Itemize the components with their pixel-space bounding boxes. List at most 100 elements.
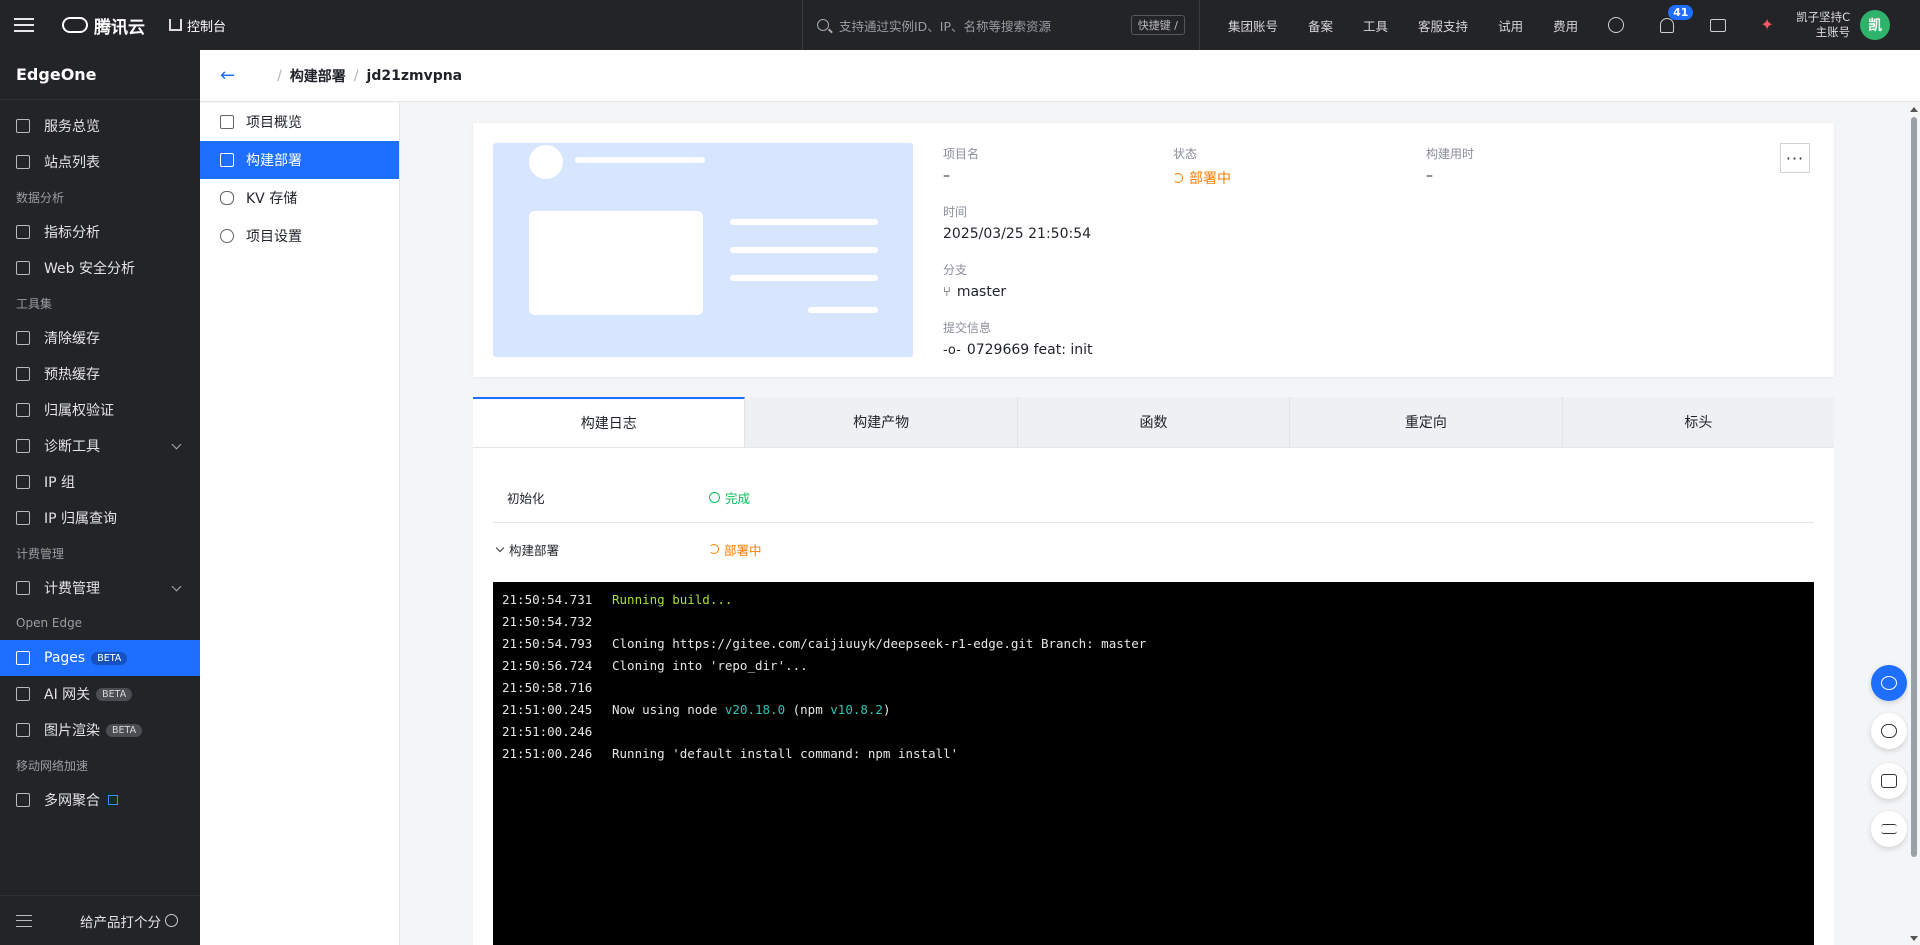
sidebar-item[interactable]: 清除缓存 <box>0 320 200 356</box>
global-search[interactable]: 支持通过实例ID、IP、名称等搜索资源 快捷键 / <box>802 0 1200 50</box>
feedback-link[interactable]: 给产品打个分 <box>80 911 161 931</box>
sidebar-item[interactable]: 诊断工具 <box>0 428 200 464</box>
node-version: v20.18.0 <box>724 702 786 717</box>
tab-build-artifacts[interactable]: 构建产物 <box>745 397 1018 447</box>
menu-button[interactable] <box>0 0 48 50</box>
user-info[interactable]: 凯子坚持C 主账号 <box>1796 10 1850 40</box>
chevron-down-icon <box>171 439 182 450</box>
beta-badge: BETA <box>106 723 143 737</box>
sidebar-item[interactable]: Web 安全分析 <box>0 250 200 286</box>
step-init[interactable]: 初始化 完成 <box>493 473 1814 523</box>
globe-icon[interactable] <box>1608 17 1625 33</box>
chevron-down-icon <box>171 581 182 592</box>
breadcrumb-separator: / <box>277 67 282 84</box>
ai-assistant-icon[interactable]: ✦ <box>1758 16 1776 34</box>
step-status: 部署中 <box>709 540 762 559</box>
step-name: 初始化 <box>507 491 545 506</box>
topnav-billing[interactable]: 费用 <box>1553 16 1578 35</box>
docs-button[interactable] <box>1871 763 1907 799</box>
sidebar-item-label: Pages <box>44 650 86 666</box>
step-name-wrap: 构建部署 <box>493 540 709 559</box>
console-link[interactable]: 控制台 <box>169 16 226 35</box>
git-branch-icon: ⑂ <box>943 284 951 300</box>
network-icon <box>16 793 30 807</box>
sidebar-item-label: 指标分析 <box>44 225 100 241</box>
subnav-settings[interactable]: 项目设置 <box>200 217 399 255</box>
field-label: 构建用时 <box>1426 147 1475 161</box>
subnav-overview[interactable]: 项目概览 <box>200 103 399 141</box>
sidebar-item[interactable]: 指标分析 <box>0 214 200 250</box>
sidebar-item[interactable]: 图片渲染 BETA <box>0 712 200 748</box>
sidebar-menu: 服务总览 站点列表 数据分析 指标分析 Web 安全分析 工具集 清除缓存 预热缓存 归属权验证… <box>0 100 200 818</box>
sidebar-item[interactable]: 计费管理 <box>0 570 200 606</box>
sidebar-item[interactable]: 预热缓存 <box>0 356 200 392</box>
topnav-trial[interactable]: 试用 <box>1498 16 1523 35</box>
cloud-assistant-button[interactable] <box>1871 713 1907 749</box>
scroll-thumb[interactable] <box>1911 117 1917 857</box>
build-log-terminal[interactable]: 21:50:54.731 Running build... 21:50:54.73… <box>493 582 1814 945</box>
scroll-up-icon[interactable] <box>1910 107 1918 112</box>
time-field: 时间 2025/03/25 21:50:54 <box>943 203 1091 242</box>
beta-badge: BETA <box>96 687 133 701</box>
help-icon[interactable] <box>165 914 178 927</box>
sidebar-group-label: Open Edge <box>16 616 83 630</box>
chevron-down-icon <box>495 543 505 552</box>
sidebar-item[interactable]: 归属权验证 <box>0 392 200 428</box>
field-value: – <box>943 168 950 184</box>
scroll-down-icon[interactable] <box>1910 936 1918 941</box>
log-line: 21:50:54.793 Cloning https://gitee.com/ca… <box>502 633 1805 655</box>
product-title: EdgeOne <box>0 50 200 100</box>
sidebar-item-label: IP 组 <box>44 475 76 491</box>
sidebar-group-label: 计费管理 <box>16 546 65 561</box>
subnav-build-deploy[interactable]: 构建部署 <box>200 141 399 179</box>
outline-button[interactable] <box>1871 811 1907 847</box>
field-label: 提交信息 <box>943 321 992 335</box>
log-line: 21:50:58.716 <box>502 677 1805 699</box>
tab-redirects[interactable]: 重定向 <box>1290 397 1563 447</box>
back-arrow-icon[interactable]: ← <box>220 65 235 86</box>
log-message: (npm <box>785 702 831 717</box>
preview-box <box>529 211 703 315</box>
npm-version: v10.8.2 <box>830 702 883 717</box>
sidebar-item-label: 预热缓存 <box>44 367 100 383</box>
topnav-group-account[interactable]: 集团账号 <box>1228 16 1278 35</box>
status-badge: 部署中 <box>1173 168 1231 188</box>
collapse-sidebar-icon[interactable] <box>16 914 32 927</box>
search-input[interactable]: 支持通过实例ID、IP、名称等搜索资源 <box>839 16 1051 35</box>
more-actions-button[interactable]: ··· <box>1780 143 1810 173</box>
tab-headers[interactable]: 标头 <box>1562 397 1835 447</box>
topnav-tools[interactable]: 工具 <box>1363 16 1388 35</box>
headset-icon <box>1881 676 1897 690</box>
topnav-icp[interactable]: 备案 <box>1308 16 1333 35</box>
prefetch-icon <box>16 367 30 381</box>
tab-build-log[interactable]: 构建日志 <box>473 397 746 447</box>
breadcrumb-section[interactable]: 构建部署 <box>290 66 346 86</box>
step-build-deploy[interactable]: 构建部署 部署中 <box>493 524 1814 574</box>
customer-service-button[interactable] <box>1871 665 1907 701</box>
ticket-icon[interactable] <box>1710 18 1727 32</box>
deployment-info-card: 项目名 – 状态 部署中 构建用时 – 时间 2025/03/25 21:50:… <box>473 123 1834 377</box>
hamburger-icon <box>14 18 34 32</box>
page-scrollbar[interactable] <box>1908 103 1920 945</box>
sidebar: EdgeOne 服务总览 站点列表 数据分析 指标分析 Web 安全分析 工具集 清除缓存预… <box>0 50 200 945</box>
sidebar-item[interactable]: IP 组 <box>0 464 200 500</box>
subnav-label: 构建部署 <box>246 153 302 169</box>
sidebar-item[interactable]: 服务总览 <box>0 108 200 144</box>
preview-line <box>730 247 878 253</box>
sidebar-item[interactable]: IP 归属查询 <box>0 500 200 536</box>
avatar[interactable]: 凯 <box>1860 10 1891 40</box>
top-bar: 腾讯云 控制台 支持通过实例ID、IP、名称等搜索资源 快捷键 / 集团账号 备… <box>0 0 1920 50</box>
notifications[interactable]: 41 <box>1660 4 1694 33</box>
subnav-kv-storage[interactable]: KV 存储 <box>200 179 399 217</box>
brand-logo[interactable]: 腾讯云 <box>62 13 145 38</box>
sidebar-item[interactable]: Pages BETA <box>0 640 200 676</box>
topnav-support[interactable]: 客服支持 <box>1418 16 1468 35</box>
sidebar-item-label: 归属权验证 <box>44 403 114 419</box>
tab-functions[interactable]: 函数 <box>1017 397 1291 447</box>
settings-icon <box>220 229 234 243</box>
sidebar-item[interactable]: 多网聚合 <box>0 782 200 818</box>
sidebar-item[interactable]: AI 网关 BETA <box>0 676 200 712</box>
field-value: 2025/03/25 21:50:54 <box>943 226 1092 242</box>
sidebar-item[interactable]: 站点列表 <box>0 144 200 180</box>
build-log-card: 构建日志 构建产物 函数 重定向 标头 初始化 完成 构建部署 部署中 21:5… <box>473 397 1835 945</box>
